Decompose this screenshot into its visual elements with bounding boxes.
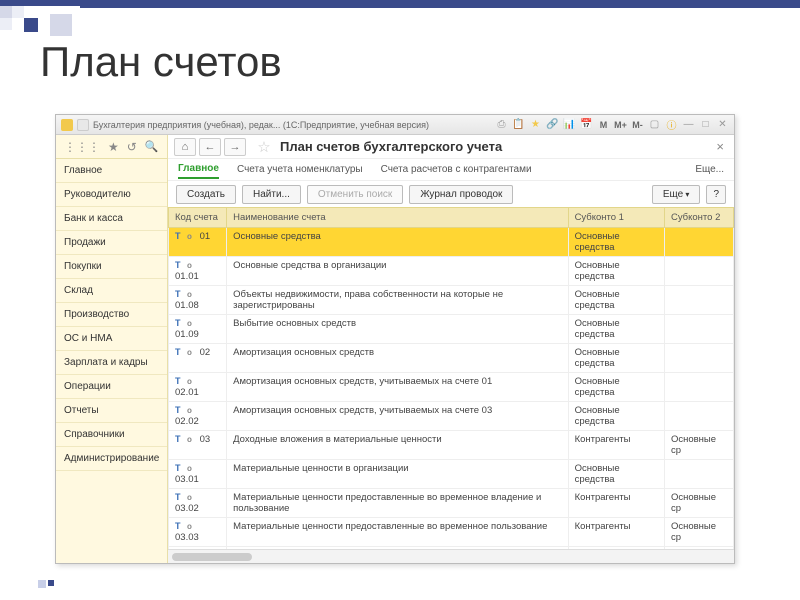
sidebar-item-4[interactable]: Покупки: [56, 255, 167, 279]
titlebar-back-button[interactable]: [77, 119, 89, 131]
fav-page-icon[interactable]: ☆: [255, 138, 273, 156]
help-button[interactable]: ?: [706, 185, 726, 204]
sidebar-item-5[interactable]: Склад: [56, 279, 167, 303]
m-minus-button[interactable]: M-: [631, 118, 644, 131]
create-button[interactable]: Создать: [176, 185, 236, 204]
table-row[interactable]: Tо 02.02Амортизация основных средств, уч…: [169, 402, 734, 431]
table-row[interactable]: Tо 01.01Основные средства в организацииО…: [169, 257, 734, 286]
sidebar-item-1[interactable]: Руководителю: [56, 183, 167, 207]
col-name[interactable]: Наименование счета: [227, 208, 568, 228]
sidebar-item-3[interactable]: Продажи: [56, 231, 167, 255]
page-title: План счетов бухгалтерского учета: [280, 139, 502, 154]
sidebar-item-7[interactable]: ОС и НМА: [56, 327, 167, 351]
sidebar-item-8[interactable]: Зарплата и кадры: [56, 351, 167, 375]
table-row[interactable]: Tо 03.01Материальные ценности в организа…: [169, 460, 734, 489]
table-row[interactable]: Tо 01Основные средстваОсновные средства: [169, 228, 734, 257]
sidebar-item-11[interactable]: Справочники: [56, 423, 167, 447]
calendar-icon[interactable]: 📅: [580, 118, 593, 131]
sidebar-item-2[interactable]: Банк и касса: [56, 207, 167, 231]
search-icon[interactable]: 🔍: [145, 140, 159, 153]
link-icon[interactable]: 🔗: [546, 118, 559, 131]
col-sub1[interactable]: Субконто 1: [568, 208, 664, 228]
sidebar-item-6[interactable]: Производство: [56, 303, 167, 327]
table-row[interactable]: Tо 03Доходные вложения в материальные це…: [169, 431, 734, 460]
find-button[interactable]: Найти...: [242, 185, 301, 204]
print-icon[interactable]: ⎙: [495, 118, 508, 131]
more-button[interactable]: Еще: [652, 185, 701, 204]
accounts-grid[interactable]: Код счета Наименование счета Субконто 1 …: [168, 207, 734, 549]
m-plus-button[interactable]: M+: [614, 118, 627, 131]
horizontal-scrollbar[interactable]: [168, 549, 734, 563]
sidebar-item-10[interactable]: Отчеты: [56, 399, 167, 423]
tab-counterparties[interactable]: Счета расчетов с контрагентами: [381, 161, 532, 178]
maximize-button[interactable]: □: [699, 118, 712, 131]
home-button[interactable]: ⌂: [174, 138, 196, 156]
back-button[interactable]: ←: [199, 138, 221, 156]
close-page-button[interactable]: ×: [712, 139, 728, 154]
view-icon[interactable]: ▢: [648, 118, 661, 131]
m-button[interactable]: M: [597, 118, 610, 131]
info-icon[interactable]: ⓘ: [665, 118, 678, 131]
table-row[interactable]: Tо 01.08Объекты недвижимости, права собс…: [169, 286, 734, 315]
slide-decoration: [0, 0, 800, 30]
table-row[interactable]: Tо 02.01Амортизация основных средств, уч…: [169, 373, 734, 402]
toolbar: Создать Найти... Отменить поиск Журнал п…: [168, 181, 734, 207]
main-area: ⌂ ← → ☆ План счетов бухгалтерского учета…: [168, 135, 734, 563]
calc-icon[interactable]: 📊: [563, 118, 576, 131]
table-row[interactable]: Tо 02Амортизация основных средствОсновны…: [169, 344, 734, 373]
apps-icon[interactable]: ⋮⋮⋮: [64, 140, 100, 154]
sidebar-item-9[interactable]: Операции: [56, 375, 167, 399]
sidebar-item-12[interactable]: Администрирование: [56, 447, 167, 471]
table-row[interactable]: Tо 01.09Выбытие основных средствОсновные…: [169, 315, 734, 344]
slide-decoration-bottom: [38, 580, 46, 588]
minimize-button[interactable]: —: [682, 118, 695, 131]
top-nav: ⌂ ← → ☆ План счетов бухгалтерского учета…: [168, 135, 734, 159]
slide-decoration-bottom: [48, 580, 54, 586]
copy-icon[interactable]: 📋: [512, 118, 525, 131]
sidebar-top-icons: ⋮⋮⋮ ★ ↺ 🔍: [56, 135, 167, 159]
table-row[interactable]: Tо 03.02Материальные ценности предоставл…: [169, 489, 734, 518]
tab-main[interactable]: Главное: [178, 160, 219, 179]
forward-button[interactable]: →: [224, 138, 246, 156]
cancel-find-button[interactable]: Отменить поиск: [307, 185, 403, 204]
sidebar: ⋮⋮⋮ ★ ↺ 🔍 ГлавноеРуководителюБанк и касс…: [56, 135, 168, 563]
slide-title: План счетов: [40, 38, 282, 86]
sidebar-item-0[interactable]: Главное: [56, 159, 167, 183]
star-icon[interactable]: ★: [108, 140, 119, 154]
app-icon: [61, 119, 73, 131]
favorites-icon[interactable]: ★: [529, 118, 542, 131]
window-titlebar: Бухгалтерия предприятия (учебная), редак…: [56, 115, 734, 135]
col-sub2[interactable]: Субконто 2: [664, 208, 733, 228]
table-row[interactable]: Tо 03.03Материальные ценности предоставл…: [169, 518, 734, 547]
history-icon[interactable]: ↺: [127, 140, 137, 154]
col-code[interactable]: Код счета: [169, 208, 227, 228]
page-tabs: Главное Счета учета номенклатуры Счета р…: [168, 159, 734, 181]
tabs-more[interactable]: Еще...: [695, 164, 724, 175]
close-button[interactable]: ✕: [716, 118, 729, 131]
window-title: Бухгалтерия предприятия (учебная), редак…: [93, 120, 429, 130]
app-window: Бухгалтерия предприятия (учебная), редак…: [55, 114, 735, 564]
journal-button[interactable]: Журнал проводок: [409, 185, 513, 204]
tab-nomenclature[interactable]: Счета учета номенклатуры: [237, 161, 363, 178]
